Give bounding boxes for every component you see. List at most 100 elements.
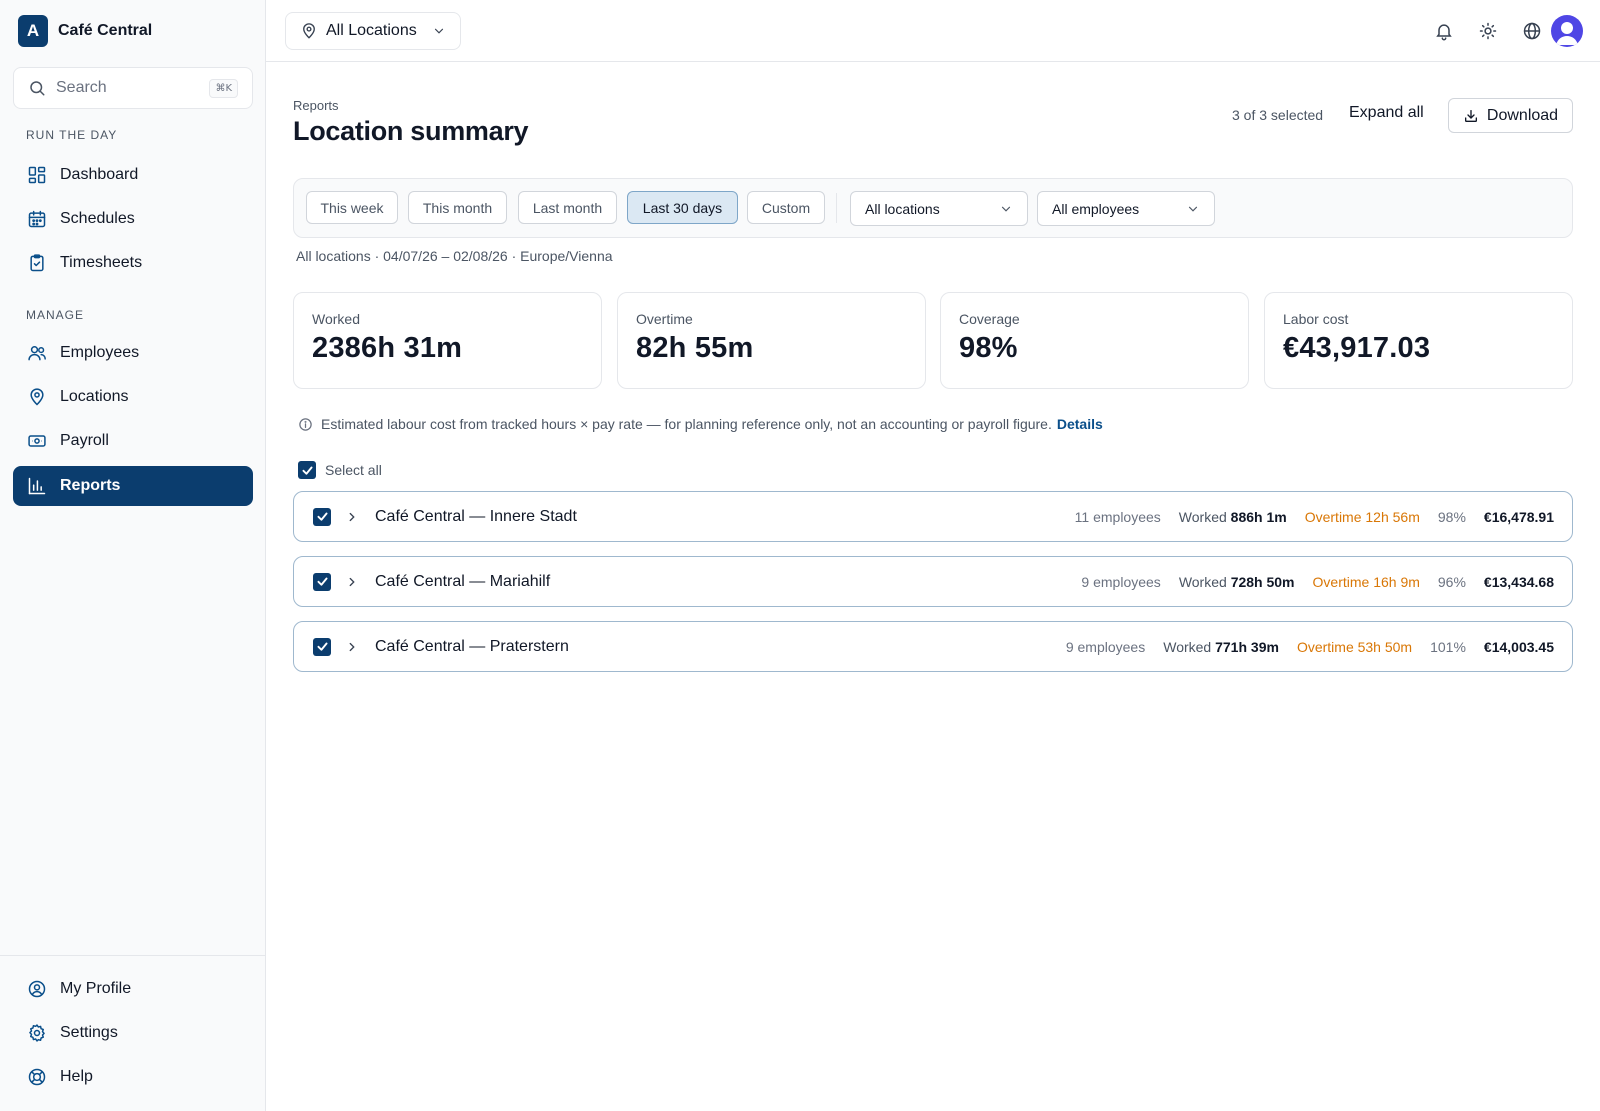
sidebar-item-payroll[interactable]: Payroll [13,421,253,461]
range-chip-this-month[interactable]: This month [408,191,507,224]
chevron-right-icon [349,577,355,586]
location-row-mariahilf[interactable]: Café Central — Mariahilf 9 employees Wor… [293,556,1573,607]
stat-value: 2386h 31m [312,332,463,364]
sidebar-item-label: Schedules [60,210,135,227]
user-avatar-icon [1556,22,1578,45]
check-icon [316,642,328,651]
sidebar-item-my-profile[interactable]: My Profile [13,969,253,1009]
select-all-checkbox[interactable] [298,461,316,479]
stat-label: Worked [312,311,360,327]
notifications-button[interactable] [1432,19,1456,43]
map-pin-icon [303,23,315,39]
language-button[interactable] [1520,19,1544,43]
worked-total: Worked 771h 39m [1163,639,1279,655]
sidebar-item-label: Employees [60,344,140,361]
location-name: Café Central — Innere Stadt [375,507,577,525]
calendar-icon [28,210,46,228]
coverage-value: 96% [1437,573,1466,590]
expand-all-button[interactable]: Expand all [1349,104,1424,122]
note-text: Estimated labour cost from tracked hours… [321,416,1052,432]
download-label: Download [1486,106,1559,124]
breadcrumb[interactable]: Reports [293,98,339,113]
info-icon [299,417,312,431]
topbar: All Locations [266,0,1600,62]
details-link[interactable]: Details [1057,416,1103,432]
worked-total: Worked 728h 50m [1179,574,1295,590]
stat-value: 82h 55m [636,332,754,364]
brand-name: Café Central [58,22,153,39]
employee-count: 9 employees [1065,638,1146,655]
search-placeholder: Search [56,79,107,96]
employee-count: 11 employees [1074,508,1161,525]
select-all[interactable]: Select all [298,461,382,479]
range-chip-last-30-days[interactable]: Last 30 days [627,191,738,224]
worked-value: 886h 1m [1230,508,1287,525]
labor-cost-note: Estimated labour cost from tracked hours… [298,416,1103,432]
overtime-total: Overtime 16h 9m [1312,573,1420,590]
employees-dropdown[interactable]: All employees [1037,191,1215,226]
lifebuoy-icon [28,1068,46,1086]
coverage-value: 101% [1430,638,1466,655]
users-icon [28,346,46,361]
location-name: Café Central — Praterstern [375,637,569,655]
stat-label: Coverage [959,311,1020,327]
location-selector-label: All Locations [326,22,417,39]
theme-toggle-button[interactable] [1476,19,1500,43]
brand[interactable]: A Café Central [18,15,152,47]
overtime-total: Overtime 12h 56m [1304,508,1420,525]
chevron-down-icon [1188,206,1198,212]
check-icon [316,512,328,521]
sidebar-item-reports[interactable]: Reports [13,466,253,506]
sidebar-item-schedules[interactable]: Schedules [13,199,253,239]
sidebar-item-settings[interactable]: Settings [13,1013,253,1053]
expand-row-button[interactable] [345,575,359,589]
selected-count: 3 of 3 selected [1232,107,1324,123]
location-row-praterstern[interactable]: Café Central — Praterstern 9 employees W… [293,621,1573,672]
worked-total: Worked 886h 1m [1179,509,1287,525]
download-icon [1464,109,1477,122]
worked-label: Worked [1178,508,1227,525]
sidebar-item-locations[interactable]: Locations [13,377,253,417]
avatar[interactable] [1551,15,1583,47]
download-button[interactable]: Download [1448,98,1573,133]
row-checkbox[interactable] [313,572,331,591]
location-row-innere-stadt[interactable]: Café Central — Innere Stadt 11 employees… [293,491,1573,542]
sidebar-item-help[interactable]: Help [13,1057,253,1097]
labor-cost-value: €16,478.91 [1483,508,1554,525]
sidebar-item-label: Settings [60,1024,118,1041]
range-chip-this-week[interactable]: This week [306,191,398,224]
worked-label: Worked [1163,638,1212,655]
locations-dropdown[interactable]: All locations [850,191,1028,226]
overtime-total: Overtime 53h 50m [1296,638,1413,655]
expand-row-button[interactable] [345,640,359,654]
filter-divider [836,193,837,223]
employee-count: 9 employees [1081,573,1161,590]
map-pin-icon [30,388,44,406]
chevron-down-icon [1001,206,1011,212]
sidebar-item-timesheets[interactable]: Timesheets [13,243,253,283]
range-chip-custom[interactable]: Custom [747,191,825,224]
search-input[interactable]: Search ⌘K [13,67,253,109]
search-icon [30,81,45,96]
row-checkbox[interactable] [313,507,331,526]
chevron-right-icon [349,642,355,651]
stat-card-labor-cost: Labor cost €43,917.03 [1264,292,1573,389]
sidebar-item-employees[interactable]: Employees [13,333,253,373]
check-icon [316,577,328,586]
sidebar-item-label: Timesheets [60,254,143,271]
search-shortcut: ⌘K [209,78,238,98]
range-chip-last-month[interactable]: Last month [518,191,617,224]
sidebar-item-label: Reports [60,477,121,494]
globe-icon [1523,22,1541,40]
sidebar-item-dashboard[interactable]: Dashboard [13,155,253,195]
stat-card-overtime: Overtime 82h 55m [617,292,926,389]
location-selector[interactable]: All Locations [285,12,461,50]
worked-label: Worked [1178,573,1227,590]
sidebar-item-label: Payroll [60,432,109,449]
chevron-down-icon [434,28,444,34]
row-checkbox[interactable] [313,637,331,656]
expand-row-button[interactable] [345,510,359,524]
sidebar-item-label: Dashboard [60,166,139,183]
bar-chart-icon [28,477,46,495]
page-title: Location summary [293,116,529,146]
